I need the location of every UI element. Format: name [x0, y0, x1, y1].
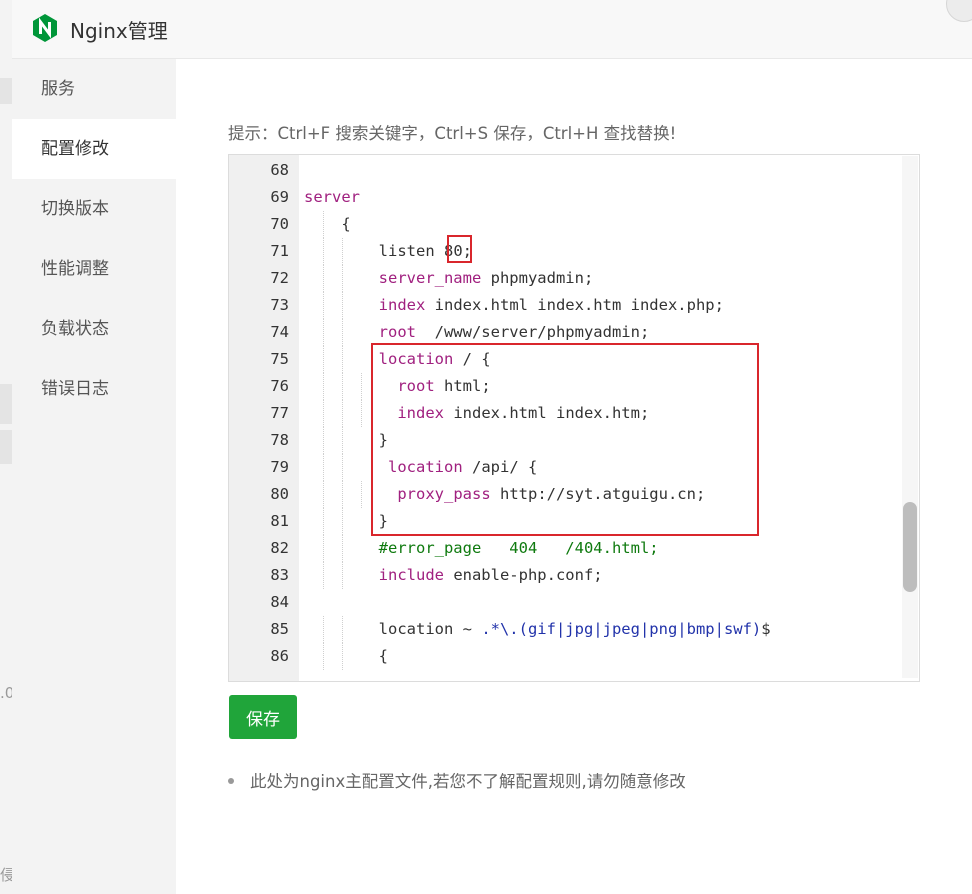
nginx-logo-icon — [33, 14, 57, 42]
code-line: 68 — [229, 157, 919, 184]
code-line: 69 server — [229, 184, 919, 211]
backdrop-band — [0, 384, 12, 424]
sidebar-item-load-status[interactable]: 负载状态 — [12, 299, 176, 359]
highlight-box-listen-port — [447, 235, 472, 263]
line-number: 78 — [270, 431, 289, 449]
code-token: index — [378, 296, 426, 314]
code-text: { — [304, 211, 351, 238]
line-number: 80 — [270, 485, 289, 503]
code-token: { — [304, 215, 351, 233]
code-line: 82 #error_page 404 /404.html; — [229, 535, 919, 562]
code-line: 71 listen 80; — [229, 238, 919, 265]
code-line: 70 { — [229, 211, 919, 238]
code-token: { — [304, 647, 388, 665]
page-backdrop: .0 侵 — [0, 0, 12, 894]
code-token: .*\.(gif|jpg|jpeg|png|bmp|swf) — [481, 620, 762, 638]
editor-scrollbar-track[interactable] — [902, 156, 918, 678]
code-token: root — [378, 323, 416, 341]
backdrop-text: .0 — [0, 684, 12, 702]
code-token: location ~ — [304, 620, 482, 638]
backdrop-band — [0, 430, 12, 464]
code-line: 83 include enable-php.conf; — [229, 562, 919, 589]
code-line: 74 root /www/server/phpmyadmin; — [229, 319, 919, 346]
line-number: 68 — [270, 161, 289, 179]
sidebar-item-performance[interactable]: 性能调整 — [12, 239, 176, 299]
line-number: 70 — [270, 215, 289, 233]
highlight-box-location-blocks — [371, 343, 759, 536]
sidebar: 服务 配置修改 切换版本 性能调整 负载状态 错误日志 — [12, 59, 176, 894]
sidebar-item-error-log[interactable]: 错误日志 — [12, 359, 176, 419]
line-number: 72 — [270, 269, 289, 287]
save-button[interactable]: 保存 — [229, 695, 297, 739]
code-token: index.html index.htm index.php; — [425, 296, 724, 314]
line-number: 74 — [270, 323, 289, 341]
code-text: { — [304, 643, 388, 670]
config-warning-note: 此处为nginx主配置文件,若您不了解配置规则,请勿随意修改 — [228, 768, 686, 792]
code-token: /www/server/phpmyadmin; — [415, 323, 650, 341]
line-number: 79 — [270, 458, 289, 476]
sidebar-item-config-edit[interactable]: 配置修改 — [12, 119, 176, 179]
code-token: server_name — [378, 269, 482, 287]
sidebar-item-service[interactable]: 服务 — [12, 59, 176, 119]
shortcut-tip: 提示：Ctrl+F 搜索关键字，Ctrl+S 保存，Ctrl+H 查找替换! — [228, 124, 677, 143]
code-token: include — [378, 566, 444, 584]
line-number: 85 — [270, 620, 289, 638]
code-text: root /www/server/phpmyadmin; — [304, 319, 650, 346]
code-text: include enable-php.conf; — [304, 562, 603, 589]
code-line: 84 — [229, 589, 919, 616]
code-token: server — [304, 188, 360, 206]
code-token: listen — [304, 242, 444, 260]
code-text: index index.html index.htm index.php; — [304, 292, 724, 319]
code-line: 86 { — [229, 643, 919, 670]
code-line: 72 server_name phpmyadmin; — [229, 265, 919, 292]
editor-scrollbar-thumb[interactable] — [903, 502, 917, 592]
line-number: 75 — [270, 350, 289, 368]
code-token: $ — [761, 620, 771, 638]
line-number: 69 — [270, 188, 289, 206]
code-token: enable-php.conf; — [443, 566, 603, 584]
config-warning-text: 此处为nginx主配置文件,若您不了解配置规则,请勿随意修改 — [250, 772, 686, 791]
line-number: 82 — [270, 539, 289, 557]
code-text: #error_page 404 /404.html; — [304, 535, 659, 562]
line-number: 83 — [270, 566, 289, 584]
backdrop-band — [0, 78, 12, 104]
line-number: 71 — [270, 242, 289, 260]
line-number: 76 — [270, 377, 289, 395]
nginx-manager-dialog: Nginx管理 服务 配置修改 切换版本 性能调整 负载状态 错误日志 提示：C… — [12, 0, 972, 894]
code-line: 85 location ~ .*\.(gif|jpg|jpeg|png|bmp|… — [229, 616, 919, 643]
line-number: 81 — [270, 512, 289, 530]
code-text: server — [304, 184, 360, 211]
code-token: phpmyadmin; — [481, 269, 594, 287]
line-number: 77 — [270, 404, 289, 422]
code-line: 73 index index.html index.htm index.php; — [229, 292, 919, 319]
backdrop-text: 侵 — [0, 866, 12, 884]
line-number: 84 — [270, 593, 289, 611]
code-text: location ~ .*\.(gif|jpg|jpeg|png|bmp|swf… — [304, 616, 771, 643]
dialog-titlebar: Nginx管理 — [12, 0, 972, 59]
code-text: server_name phpmyadmin; — [304, 265, 594, 292]
dialog-title: Nginx管理 — [70, 19, 168, 43]
bullet-icon — [228, 777, 234, 784]
line-number: 86 — [270, 647, 289, 665]
line-number: 73 — [270, 296, 289, 314]
code-token: #error_page 404 /404.html; — [378, 539, 659, 557]
sidebar-item-switch-version[interactable]: 切换版本 — [12, 179, 176, 239]
